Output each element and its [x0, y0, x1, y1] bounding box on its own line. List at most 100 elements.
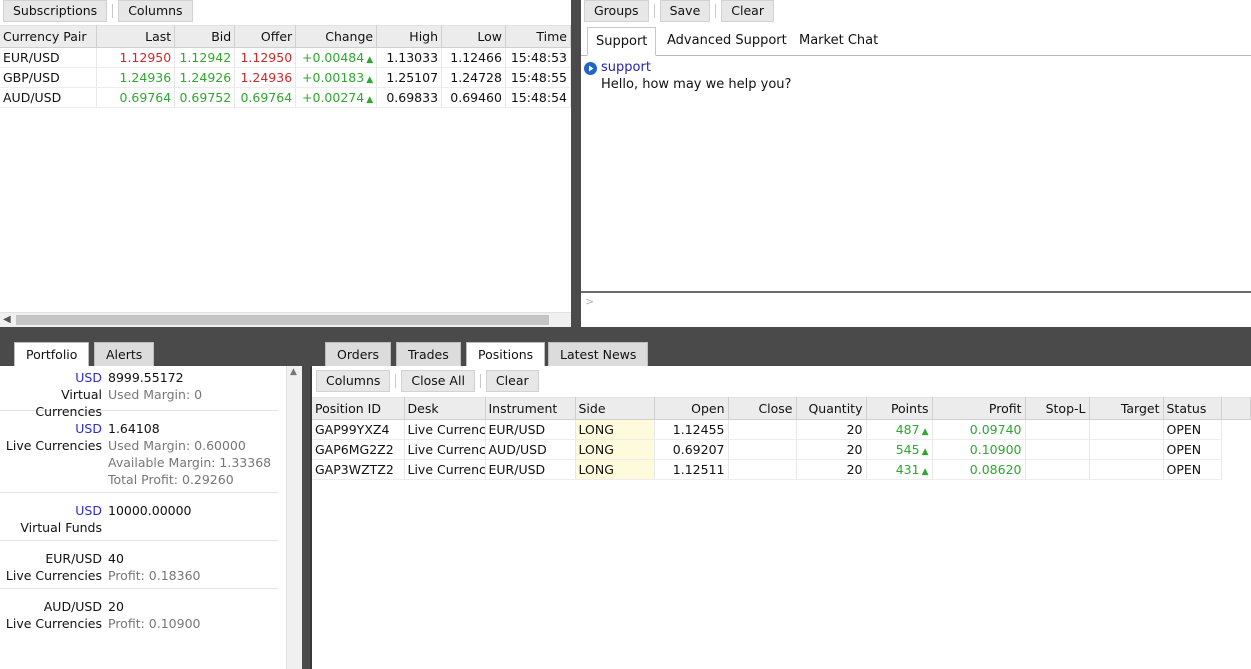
desk-label: Virtual Currencies	[35, 387, 102, 419]
cell-time: 15:48:53	[505, 47, 571, 68]
position-row[interactable]: GAP6MG2Z2 Live Currencies AUD/USD LONG 0…	[312, 439, 1251, 460]
tab-trades[interactable]: Trades	[396, 342, 461, 366]
balance-value: 10000.00000	[108, 503, 192, 518]
portfolio-block[interactable]: AUD/USD 20 Live Currencies Profit: 0.10900	[0, 589, 278, 636]
col-header-currency-pair[interactable]: Currency Pair	[0, 25, 98, 48]
clear-button[interactable]: Clear	[485, 370, 539, 392]
instrument-label: AUD/USD	[43, 599, 102, 614]
cell-side: LONG	[575, 459, 655, 480]
tab-portfolio[interactable]: Portfolio	[14, 342, 90, 367]
col-header-profit[interactable]: Profit	[932, 397, 1026, 420]
cell-pair: AUD/USD	[0, 87, 98, 108]
tab-positions[interactable]: Positions	[466, 342, 546, 367]
cell-high: 1.25107	[376, 67, 443, 88]
scroll-left-icon[interactable]: ◀	[3, 313, 11, 327]
tab-orders[interactable]: Orders	[325, 342, 392, 366]
cell-last: 1.24936	[96, 67, 176, 88]
position-row[interactable]: GAP99YXZ4 Live Currencies EUR/USD LONG 1…	[312, 419, 1251, 440]
rates-panel: Subscriptions Columns Currency Pair Last…	[0, 0, 571, 327]
groups-button[interactable]: Groups	[584, 0, 649, 22]
cell-status: OPEN	[1163, 459, 1222, 480]
cell-position-id: GAP3WZTZ2	[312, 459, 405, 480]
col-header-change[interactable]: Change	[295, 25, 378, 48]
cell-offer: 1.12950	[234, 47, 297, 68]
cell-points: 545 ▲	[866, 439, 933, 460]
col-header-bid[interactable]: Bid	[174, 25, 236, 48]
cell-points: 431 ▲	[866, 459, 933, 480]
col-header-open[interactable]: Open	[654, 397, 729, 420]
positions-tabbar: Orders Trades Positions Latest News	[310, 333, 1251, 367]
points-value: 487	[895, 422, 920, 437]
portfolio-block[interactable]: USD 1.64108 Live Currencies Used Margin: 0…	[0, 411, 278, 493]
change-value: +0.00274	[302, 90, 365, 105]
cell-stop-loss	[1025, 439, 1090, 460]
cell-desk: Live Currencies	[404, 459, 486, 480]
col-header-position-id[interactable]: Position ID	[312, 397, 405, 420]
close-all-button[interactable]: Close All	[401, 370, 475, 392]
col-header-points[interactable]: Points	[866, 397, 933, 420]
cell-instrument: EUR/USD	[485, 459, 576, 480]
clear-button[interactable]: Clear	[721, 0, 774, 22]
cell-points: 487 ▲	[866, 419, 933, 440]
portfolio-panel: USD 8999.55172 Virtual Currencies Used Mar…	[0, 366, 302, 669]
rate-row[interactable]: AUD/USD 0.69764 0.69752 0.69764 +0.00274…	[0, 87, 571, 108]
col-header-target[interactable]: Target	[1089, 397, 1164, 420]
col-header-high[interactable]: High	[376, 25, 443, 48]
tab-advanced-support[interactable]: Advanced Support	[667, 27, 787, 54]
portfolio-line: Live Currencies Profit: 0.18360	[0, 567, 278, 584]
toolbar-separator	[715, 4, 717, 18]
portfolio-line: Available Margin: 1.33368	[0, 454, 278, 471]
position-row[interactable]: GAP3WZTZ2 Live Currencies EUR/USD LONG 1…	[312, 459, 1251, 480]
rate-row[interactable]: GBP/USD 1.24936 1.24926 1.24936 +0.00183…	[0, 67, 571, 88]
balance-value: 8999.55172	[108, 370, 184, 385]
cell-target	[1089, 459, 1164, 480]
subscriptions-button[interactable]: Subscriptions	[3, 0, 108, 22]
currency-label: USD	[75, 503, 102, 518]
cell-status: OPEN	[1163, 439, 1222, 460]
cell-position-id: GAP99YXZ4	[312, 419, 405, 440]
scrollbar-thumb[interactable]	[16, 315, 549, 325]
portfolio-block[interactable]: USD 10000.00000 Virtual Funds	[0, 493, 278, 541]
tab-latest-news[interactable]: Latest News	[548, 342, 649, 366]
portfolio-block[interactable]: USD 8999.55172 Virtual Currencies Used Mar…	[0, 369, 278, 419]
portfolio-line: Virtual Funds	[0, 519, 278, 536]
cell-high: 1.13033	[376, 47, 443, 68]
col-header-close[interactable]: Close	[728, 397, 797, 420]
col-header-time[interactable]: Time	[505, 25, 571, 48]
col-header-stop-loss[interactable]: Stop-L	[1025, 397, 1090, 420]
columns-button[interactable]: Columns	[118, 0, 193, 22]
positions-table: Position ID Desk Instrument Side Open Cl…	[312, 397, 1251, 480]
col-header-last[interactable]: Last	[96, 25, 176, 48]
col-header-side[interactable]: Side	[575, 397, 655, 420]
points-value: 545	[895, 442, 920, 457]
arrow-up-icon: ▲	[366, 75, 374, 85]
toolbar-separator	[395, 374, 397, 388]
rates-horizontal-scrollbar[interactable]: ◀	[0, 312, 571, 327]
chat-toolbar: Groups Save Clear	[581, 0, 1251, 22]
tab-support[interactable]: Support	[587, 27, 657, 56]
portfolio-vertical-scrollbar[interactable]: ▲	[286, 366, 302, 669]
col-header-low[interactable]: Low	[441, 25, 506, 48]
col-header-offer[interactable]: Offer	[234, 25, 297, 48]
rate-row[interactable]: EUR/USD 1.12950 1.12942 1.12950 +0.00484…	[0, 47, 571, 68]
scroll-up-icon[interactable]: ▲	[290, 367, 297, 377]
columns-button[interactable]: Columns	[316, 370, 391, 392]
col-header-quantity[interactable]: Quantity	[796, 397, 867, 420]
col-header-instrument[interactable]: Instrument	[485, 397, 576, 420]
cell-filler	[1221, 440, 1251, 460]
desk-label: Live Currencies	[5, 616, 102, 631]
portfolio-block[interactable]: EUR/USD 40 Live Currencies Profit: 0.18360	[0, 541, 278, 589]
cell-bid: 1.24926	[174, 67, 236, 88]
desk-label: Live Currencies	[5, 568, 102, 583]
quantity-value: 20	[108, 599, 124, 614]
col-header-status[interactable]: Status	[1163, 397, 1222, 420]
tab-alerts[interactable]: Alerts	[94, 342, 155, 366]
cell-status: OPEN	[1163, 419, 1222, 440]
portfolio-line: Virtual Currencies Used Margin: 0	[0, 386, 278, 419]
message-text: Hello, how may we help you?	[601, 77, 792, 92]
tab-market-chat[interactable]: Market Chat	[799, 27, 878, 54]
col-header-desk[interactable]: Desk	[404, 397, 486, 420]
chat-input[interactable]: >	[581, 291, 1251, 327]
save-button[interactable]: Save	[659, 0, 711, 22]
cell-high: 0.69833	[376, 87, 443, 108]
